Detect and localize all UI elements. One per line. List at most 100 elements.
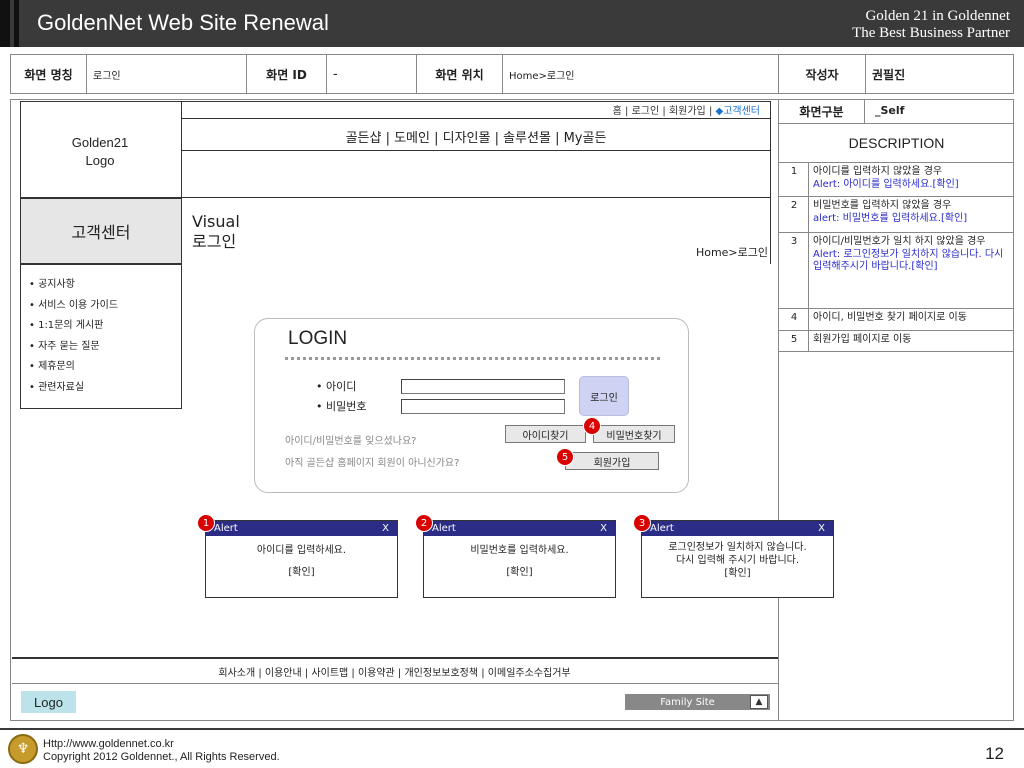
screen-type-row: 화면구분 _Self (779, 99, 1014, 124)
alert-ok-button[interactable]: [확인] (642, 567, 833, 580)
password-label: • 비밀번호 (316, 400, 367, 413)
description-item: 4 아이디, 비밀번호 찾기 페이지로 이동 (779, 308, 1014, 330)
close-icon[interactable]: X (600, 521, 607, 536)
screen-name-label: 화면 명칭 (11, 55, 87, 93)
header-accent-bar (0, 0, 10, 47)
screen-type-label: 화면구분 (779, 99, 865, 123)
alert-message: 비밀번호를 입력하세요. (470, 545, 569, 556)
find-id-button[interactable]: 아이디찾기 (505, 425, 586, 443)
footer-links[interactable]: 회사소개 | 이용안내 | 사이트맵 | 이용약관 | 개인정보보호정책 | 이… (12, 664, 777, 679)
company-url[interactable]: Http://www.goldennet.co.kr (43, 738, 280, 751)
family-site-label: Family Site (660, 696, 715, 708)
footer-logo[interactable]: Logo (21, 691, 76, 713)
alert-ok-button[interactable]: [확인] (206, 566, 397, 579)
sidemenu-item-faq[interactable]: • 자주 묻는 질문 (29, 337, 181, 358)
login-title: LOGIN (288, 328, 348, 349)
description-text: 비밀번호를 입력하지 않았을 경우 alert: 비밀번호를 입력하세요.[확인] (813, 200, 968, 224)
site-logo[interactable]: Golden21 Logo (20, 134, 180, 170)
annotation-badge-4: 4 (583, 417, 601, 435)
side-menu: • 공지사항 • 서비스 이용 가이드 • 1:1문의 게시판 • 자주 묻는 … (20, 264, 182, 409)
description-item: 2 비밀번호를 입력하지 않았을 경우 alert: 비밀번호를 입력하세요.[확… (779, 196, 1014, 232)
tagline-line-1: Golden 21 in Goldennet (865, 8, 1010, 24)
sidemenu-item-partnership[interactable]: • 제휴문의 (29, 357, 181, 378)
description-item: 3 아이디/비밀번호가 일치 하지 않았을 경우 Alert: 로그인정보가 일치… (779, 232, 1014, 308)
alert-body: 아이디를 입력하세요. [확인] (206, 536, 397, 579)
alert-dialog-mismatch: Alert X 로그인정보가 일치하지 않습니다. 다시 입력해 주시기 바랍니다… (641, 520, 834, 598)
annotation-badge-5: 5 (556, 448, 574, 466)
alert-titlebar: Alert X (424, 521, 615, 536)
header-tagline: Golden 21 in Goldennet The Best Business… (852, 8, 1010, 42)
copyright-text: Copyright 2012 Goldennet., All Rights Re… (43, 751, 280, 763)
section-title: 고객센터 (20, 198, 182, 264)
alert-titlebar: Alert X (206, 521, 397, 536)
description-text: 아이디/비밀번호가 일치 하지 않았을 경우 Alert: 로그인정보가 일치하지… (813, 236, 1004, 272)
topnav-customer-center-link[interactable]: ◆고객센터 (716, 106, 761, 117)
visual-text: Visual 로그인 (192, 212, 240, 252)
family-site-select[interactable]: Family Site ▲ (625, 694, 770, 710)
topnav-home-link[interactable]: 홈 (613, 106, 622, 117)
screen-id-value: - (327, 55, 417, 93)
join-button[interactable]: 회원가입 (565, 452, 659, 470)
logo-line-2: Logo (85, 153, 115, 168)
screen-info-row: 화면 명칭 로그인 화면 ID - 화면 위치 Home>로그인 작성자 권필진 (10, 54, 1014, 94)
screen-type-value: _Self (875, 104, 905, 117)
global-navigation[interactable]: 골든샵 | 도메인 | 디자인몰 | 솔루션몰 | My골든 (182, 127, 770, 146)
screen-name-value: 로그인 (87, 55, 247, 93)
gnb-divider (182, 150, 770, 151)
top-navigation: 홈 | 로그인 | 회원가입 | ◆고객센터 (612, 106, 761, 117)
description-number-divider (808, 162, 809, 352)
alert-body: 비밀번호를 입력하세요. [확인] (424, 536, 615, 579)
forgot-credentials-text: 아이디/비밀번호를 잊으셨나요? (285, 436, 417, 447)
footer-divider-bottom (12, 683, 778, 684)
annotation-badge-2: 2 (415, 514, 433, 532)
alert-dialog-password: Alert X 비밀번호를 입력하세요. [확인] (423, 520, 616, 598)
alert-message: 아이디를 입력하세요. (256, 545, 347, 556)
alert-title: Alert (214, 523, 238, 534)
description-number: 3 (790, 236, 798, 247)
description-text: 아이디를 입력하지 않았을 경우 Alert: 아이디를 입력하세요.[확인] (813, 166, 959, 190)
alert-body: 로그인정보가 일치하지 않습니다. 다시 입력해 주시기 바랍니다. [확인] (642, 536, 833, 580)
visual-line-1: Visual (192, 212, 240, 231)
footer-divider (12, 657, 778, 659)
visual-breadcrumb: Home>로그인 (695, 246, 768, 259)
topnav-divider (182, 118, 770, 119)
copyright-block: Http://www.goldennet.co.kr Copyright 201… (43, 738, 280, 764)
page-number: 12 (985, 744, 1004, 763)
alert-ok-button[interactable]: [확인] (424, 566, 615, 579)
sidemenu-item-qna-board[interactable]: • 1:1문의 게시판 (29, 316, 181, 337)
author-value: 권필진 (872, 67, 906, 82)
slide-title: GoldenNet Web Site Renewal (37, 10, 329, 35)
find-password-button[interactable]: 비밀번호찾기 (593, 425, 675, 443)
screen-id-label: 화면 ID (247, 55, 327, 93)
screen-location-label: 화면 위치 (417, 55, 503, 93)
alert-title: Alert (650, 523, 674, 534)
id-label: • 아이디 (316, 380, 357, 393)
annotation-badge-3: 3 (633, 514, 651, 532)
login-dotted-divider (285, 357, 660, 360)
annotation-badge-1: 1 (197, 514, 215, 532)
sidemenu-item-notice[interactable]: • 공지사항 (29, 275, 181, 296)
description-text: 아이디, 비밀번호 찾기 페이지로 이동 (813, 312, 967, 323)
alert-dialog-id: Alert X 아이디를 입력하세요. [확인] (205, 520, 398, 598)
topnav-login-link[interactable]: 로그인 (632, 106, 660, 117)
login-button[interactable]: 로그인 (579, 376, 629, 416)
logo-line-1: Golden21 (71, 135, 129, 150)
id-input[interactable] (401, 379, 565, 394)
slide-footer-line (0, 728, 1024, 730)
arrow-up-icon[interactable]: ▲ (750, 695, 768, 709)
description-number: 2 (790, 200, 798, 211)
description-title: DESCRIPTION (848, 135, 945, 151)
password-input[interactable] (401, 399, 565, 414)
close-icon[interactable]: X (818, 521, 825, 536)
sidemenu-item-guide[interactable]: • 서비스 이용 가이드 (29, 296, 181, 317)
author-label: 작성자 (779, 55, 866, 93)
description-item: 1 아이디를 입력하지 않았을 경우 Alert: 아이디를 입력하세요.[확인] (779, 162, 1014, 196)
topnav-join-link[interactable]: 회원가입 (669, 106, 706, 117)
close-icon[interactable]: X (382, 521, 389, 536)
alert-titlebar: Alert X (642, 521, 833, 536)
description-item: 5 회원가입 페이지로 이동 (779, 330, 1014, 352)
company-seal-icon: ♆ (8, 734, 38, 764)
alert-message: 로그인정보가 일치하지 않습니다. (668, 542, 807, 553)
sidemenu-item-archive[interactable]: • 관련자료실 (29, 378, 181, 399)
tagline-line-2: The Best Business Partner (852, 25, 1010, 41)
